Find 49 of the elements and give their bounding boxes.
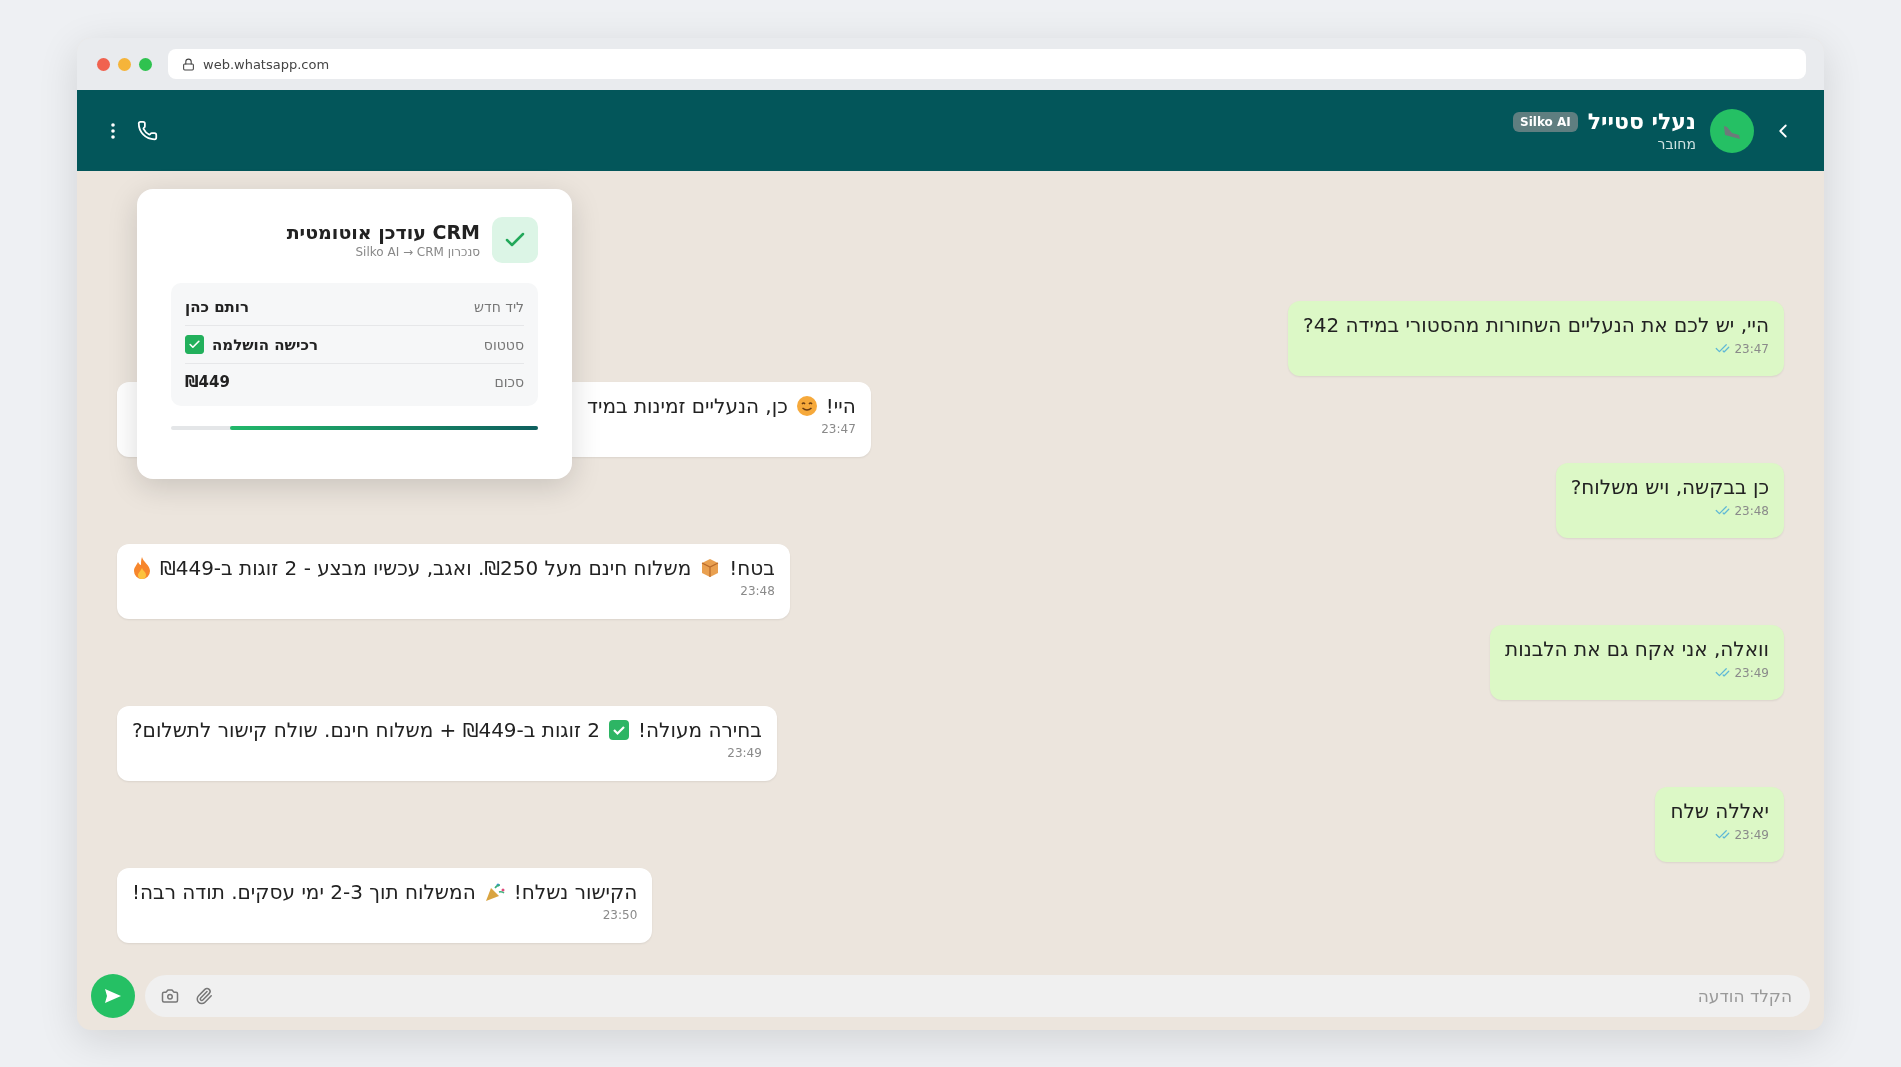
address-bar[interactable]: web.whatsapp.com xyxy=(168,49,1806,79)
field-value: רותם כהן xyxy=(185,298,250,316)
contact-name: נעלי סטייל xyxy=(1587,109,1696,134)
check-icon xyxy=(492,217,538,263)
minimize-window-dot[interactable] xyxy=(118,57,131,71)
contact-badge: Silko AI xyxy=(1513,111,1578,132)
lock-icon xyxy=(182,57,195,71)
message-text: וואלה, אני אקח גם את הלבנות xyxy=(1505,637,1769,661)
field-label: סכום xyxy=(494,374,524,390)
message-input[interactable]: הקלד הודעה xyxy=(229,985,1794,1007)
message-text: כן, הנעליים זמינות במיד xyxy=(587,394,788,418)
close-window-dot[interactable] xyxy=(97,57,110,71)
message-text: בטח! xyxy=(729,556,775,580)
contact-status: מחובר xyxy=(1656,136,1696,152)
field-label: ליד חדש xyxy=(474,299,524,315)
message-text: כן בבקשה, ויש משלוח? xyxy=(1570,475,1769,499)
flame-icon xyxy=(132,556,152,580)
message-field[interactable]: הקלד הודעה xyxy=(145,975,1810,1017)
card-title: CRM עודכן אוטומטית xyxy=(286,221,480,243)
phone-icon xyxy=(137,120,158,141)
attach-icon[interactable] xyxy=(195,987,213,1005)
message-text: 2 זוגות ב-₪449 + משלוח חינם. שולח קישור לתשלום? xyxy=(132,718,601,742)
field-value: ₪449 xyxy=(185,373,230,391)
message-text: היי! xyxy=(825,394,856,418)
smiling-face-icon xyxy=(795,395,818,417)
check-box-icon xyxy=(608,719,631,741)
message-time: 23:47 xyxy=(1734,341,1769,356)
message-time: 23:49 xyxy=(1734,827,1769,842)
card-subtitle: סנכרון Silko AI → CRM xyxy=(354,245,480,259)
camera-icon[interactable] xyxy=(161,987,179,1005)
field-value: רכישה הושלמה xyxy=(212,335,318,354)
menu-icon xyxy=(111,122,115,139)
message-time: 23:49 xyxy=(1734,665,1769,680)
message-time: 23:48 xyxy=(1734,503,1769,518)
party-popper-icon xyxy=(483,881,506,903)
message-text: היי, יש לכם את הנעליים השחורות מהסטורי במידה 42? xyxy=(1303,313,1769,337)
message-time: 23:50 xyxy=(602,908,638,922)
send-icon xyxy=(103,986,123,1006)
send-button[interactable] xyxy=(91,974,135,1018)
maximize-window-dot[interactable] xyxy=(139,57,152,71)
message-text: המשלוח תוך 2-3 ימי עסקים. תודה רבה! xyxy=(132,880,476,904)
message-text: בחירה מעולה! xyxy=(638,718,762,742)
message-time: 23:49 xyxy=(727,746,762,760)
message-time: 23:48 xyxy=(740,584,775,598)
message-text: משלוח חינם מעל ₪250. ואגב, עכשיו מבצע - 2 זוגות ב-₪449 xyxy=(160,556,692,580)
field-label: סטטוס xyxy=(483,336,524,353)
message-time: 23:47 xyxy=(821,422,856,436)
message-text: יאללה שלח xyxy=(1670,799,1769,823)
message-text: הקישור נשלח! xyxy=(513,880,638,904)
